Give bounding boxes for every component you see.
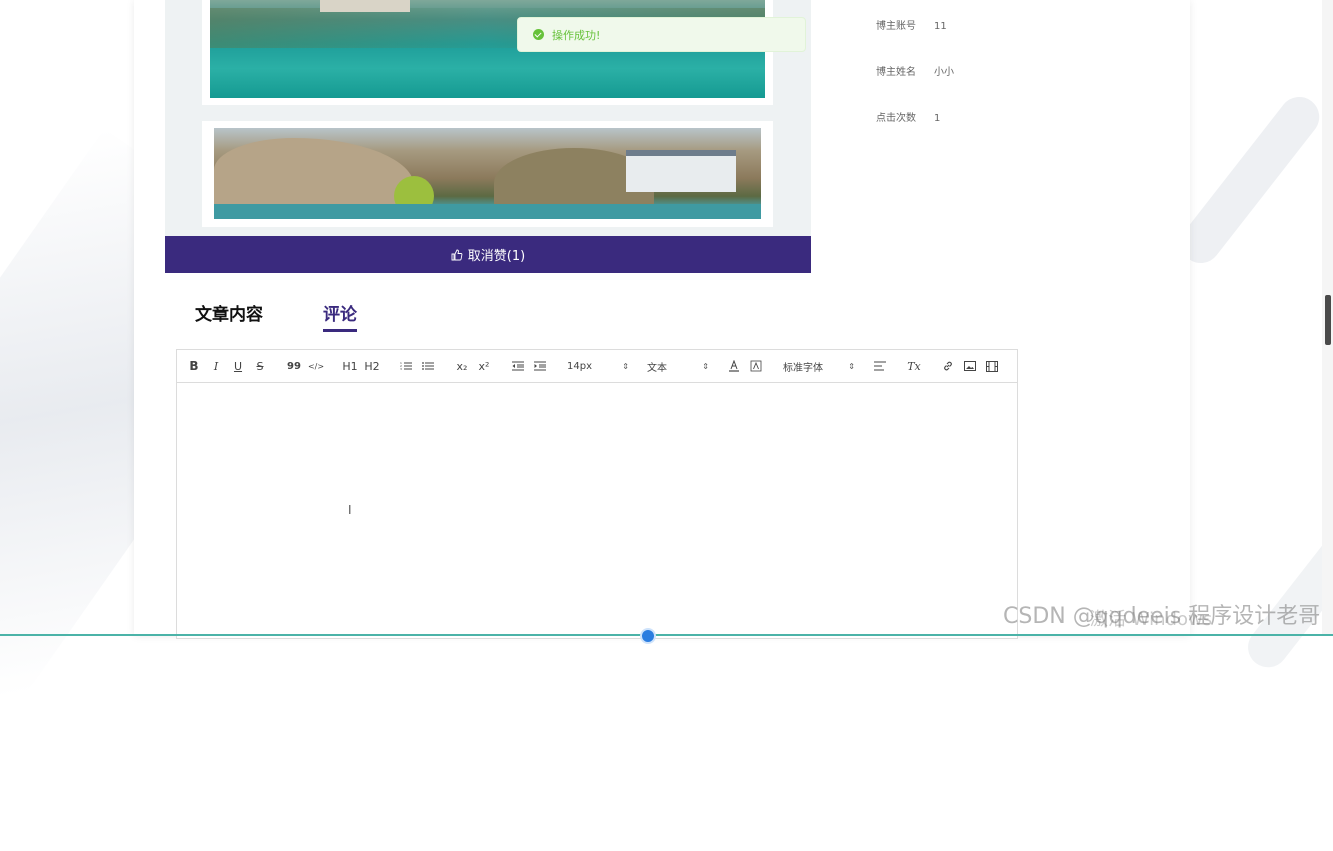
svg-text:3: 3 (400, 367, 402, 371)
code-block-button[interactable]: </> (307, 357, 325, 375)
select-arrows-icon: ⇕ (622, 361, 629, 371)
indent-icon[interactable] (531, 357, 549, 375)
unlike-button[interactable]: 取消赞(1) (165, 236, 811, 273)
article-tabs: 文章内容 评论 (195, 300, 417, 332)
info-key: 博主姓名 (876, 67, 916, 78)
blogger-name-row: 博主姓名 小小 (876, 63, 954, 78)
italic-button[interactable]: I (207, 357, 225, 375)
outdent-icon[interactable] (509, 357, 527, 375)
success-toast: 操作成功! (517, 17, 806, 52)
blogger-account-row: 博主账号 11 (876, 17, 947, 32)
landscape-photo (214, 128, 761, 219)
info-value: 小小 (934, 67, 954, 78)
text-cursor-icon: I (348, 503, 352, 517)
strike-button[interactable]: S (251, 357, 269, 375)
header1-button[interactable]: H1 (341, 357, 359, 375)
editor-text-area[interactable]: I (177, 382, 1017, 638)
bold-button[interactable]: B (185, 357, 203, 375)
background-color-icon[interactable] (747, 357, 765, 375)
font-size-select[interactable]: 14px ⇕ (567, 357, 629, 375)
link-icon[interactable] (939, 357, 957, 375)
info-value: 1 (934, 113, 941, 124)
scroll-indicator-dot[interactable] (640, 628, 656, 644)
font-color-icon[interactable] (725, 357, 743, 375)
comment-editor: B I U S 99 </> H1 H2 123 x₂ x² 14px ⇕ 文本 ⇕ (176, 349, 1018, 639)
background-stripe (1172, 88, 1328, 272)
header2-button[interactable]: H2 (363, 357, 381, 375)
select-arrows-icon: ⇕ (702, 361, 709, 371)
check-circle-icon (533, 29, 544, 40)
info-key: 博主账号 (876, 21, 916, 32)
superscript-button[interactable]: x² (475, 357, 493, 375)
ordered-list-icon[interactable]: 123 (397, 357, 415, 375)
info-key: 点击次数 (876, 113, 916, 124)
tab-article-content[interactable]: 文章内容 (195, 300, 263, 332)
align-icon[interactable] (871, 357, 889, 375)
scrollbar-thumb[interactable] (1325, 295, 1331, 345)
toast-message: 操作成功! (552, 28, 601, 42)
header-select[interactable]: 文本 ⇕ (647, 357, 709, 375)
image-icon[interactable] (961, 357, 979, 375)
subscript-button[interactable]: x₂ (453, 357, 471, 375)
underline-button[interactable]: U (229, 357, 247, 375)
click-count-row: 点击次数 1 (876, 109, 940, 124)
csdn-watermark: CSDN @qqdeeis 程序设计老哥 (1003, 604, 1321, 629)
info-value: 11 (934, 21, 947, 32)
thumbs-up-icon (451, 249, 463, 260)
unlike-label: 取消赞(1) (467, 249, 526, 264)
blockquote-button[interactable]: 99 (285, 357, 303, 375)
bullet-list-icon[interactable] (419, 357, 437, 375)
editor-toolbar: B I U S 99 </> H1 H2 123 x₂ x² 14px ⇕ 文本 ⇕ (177, 350, 1017, 383)
font-family-select[interactable]: 标准字体 ⇕ (783, 357, 855, 375)
video-icon[interactable] (983, 357, 1001, 375)
clean-format-button[interactable]: Tx (905, 357, 923, 375)
select-arrows-icon: ⇕ (848, 361, 855, 371)
tab-comments[interactable]: 评论 (323, 300, 357, 332)
